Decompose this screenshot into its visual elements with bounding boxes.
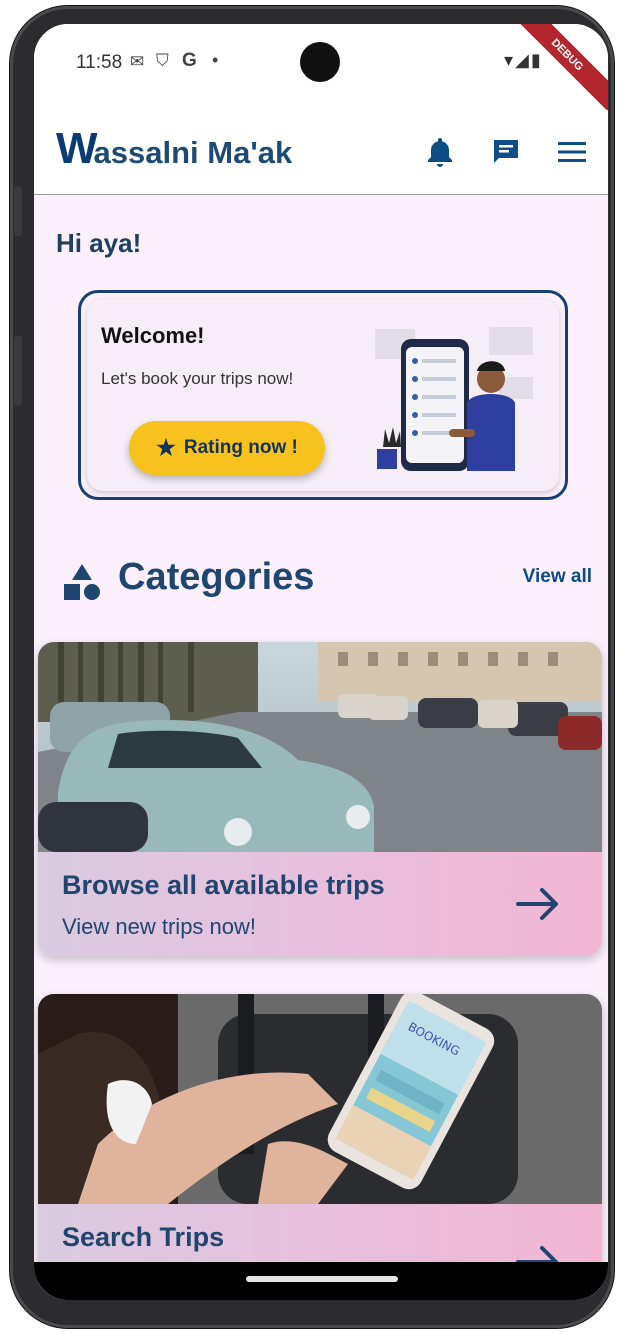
welcome-subtitle: Let's book your trips now! xyxy=(101,369,294,388)
app-bar: Wassalni Ma'ak xyxy=(34,110,608,195)
mail-icon: ✉ xyxy=(130,52,145,71)
welcome-title: Welcome! xyxy=(101,323,205,348)
logo-text: assalni Ma'ak xyxy=(93,135,293,170)
booking-illustration xyxy=(375,327,533,471)
home-gesture-handle[interactable] xyxy=(246,1276,398,1282)
google-icon: G xyxy=(182,50,197,71)
logo-letter: W xyxy=(56,124,97,173)
vintage-cars-street-photo xyxy=(38,642,602,852)
phone-screen: 11:58 ✉ ⛉ G • ▾◢▮ DEBUG Wassalni Ma'ak H… xyxy=(34,24,608,1300)
dot-icon: • xyxy=(212,50,219,70)
app-logo: Wassalni Ma'ak xyxy=(56,124,292,174)
greeting-text: Hi aya! xyxy=(56,228,142,258)
front-camera xyxy=(300,42,340,82)
rating-now-button[interactable]: ★ Rating now ! xyxy=(129,421,325,475)
volume-button xyxy=(14,336,22,406)
shapes-icon xyxy=(64,564,100,600)
categories-header: Categories View all xyxy=(62,552,592,612)
status-bar: 11:58 ✉ ⛉ G • ▾◢▮ DEBUG xyxy=(34,24,608,116)
categories-title: Categories xyxy=(118,556,315,598)
wifi-icon: ▾◢▮ xyxy=(504,50,543,70)
shield-icon: ⛉ xyxy=(156,51,169,70)
card-subtitle: View new trips now! xyxy=(62,914,257,939)
main-content: Hi aya! Welcome! Let's book your trips n… xyxy=(34,194,608,1300)
card-band: Browse all available trips View new trip… xyxy=(38,852,602,956)
system-nav-bar xyxy=(34,1262,608,1300)
browse-trips-card[interactable]: Browse all available trips View new trip… xyxy=(38,642,602,956)
card-title: Search Trips xyxy=(62,1222,225,1252)
welcome-card-inner: Welcome! Let's book your trips now! ★ Ra… xyxy=(87,299,559,491)
status-time: 11:58 xyxy=(76,52,123,73)
rating-button-label: Rating now ! xyxy=(183,437,298,458)
menu-icon[interactable] xyxy=(552,132,592,172)
chat-icon[interactable] xyxy=(486,132,526,172)
view-all-link[interactable]: View all xyxy=(523,566,592,588)
welcome-card: Welcome! Let's book your trips now! ★ Ra… xyxy=(78,290,568,500)
arrow-right-icon[interactable] xyxy=(516,886,562,922)
search-trips-card[interactable]: BOOKING Search Trips xyxy=(38,994,602,1300)
bell-icon[interactable] xyxy=(420,132,460,172)
phone-booking-app-photo: BOOKING xyxy=(38,994,602,1204)
card-title: Browse all available trips xyxy=(62,870,385,900)
star-icon: ★ xyxy=(156,435,176,460)
power-button xyxy=(14,186,22,236)
